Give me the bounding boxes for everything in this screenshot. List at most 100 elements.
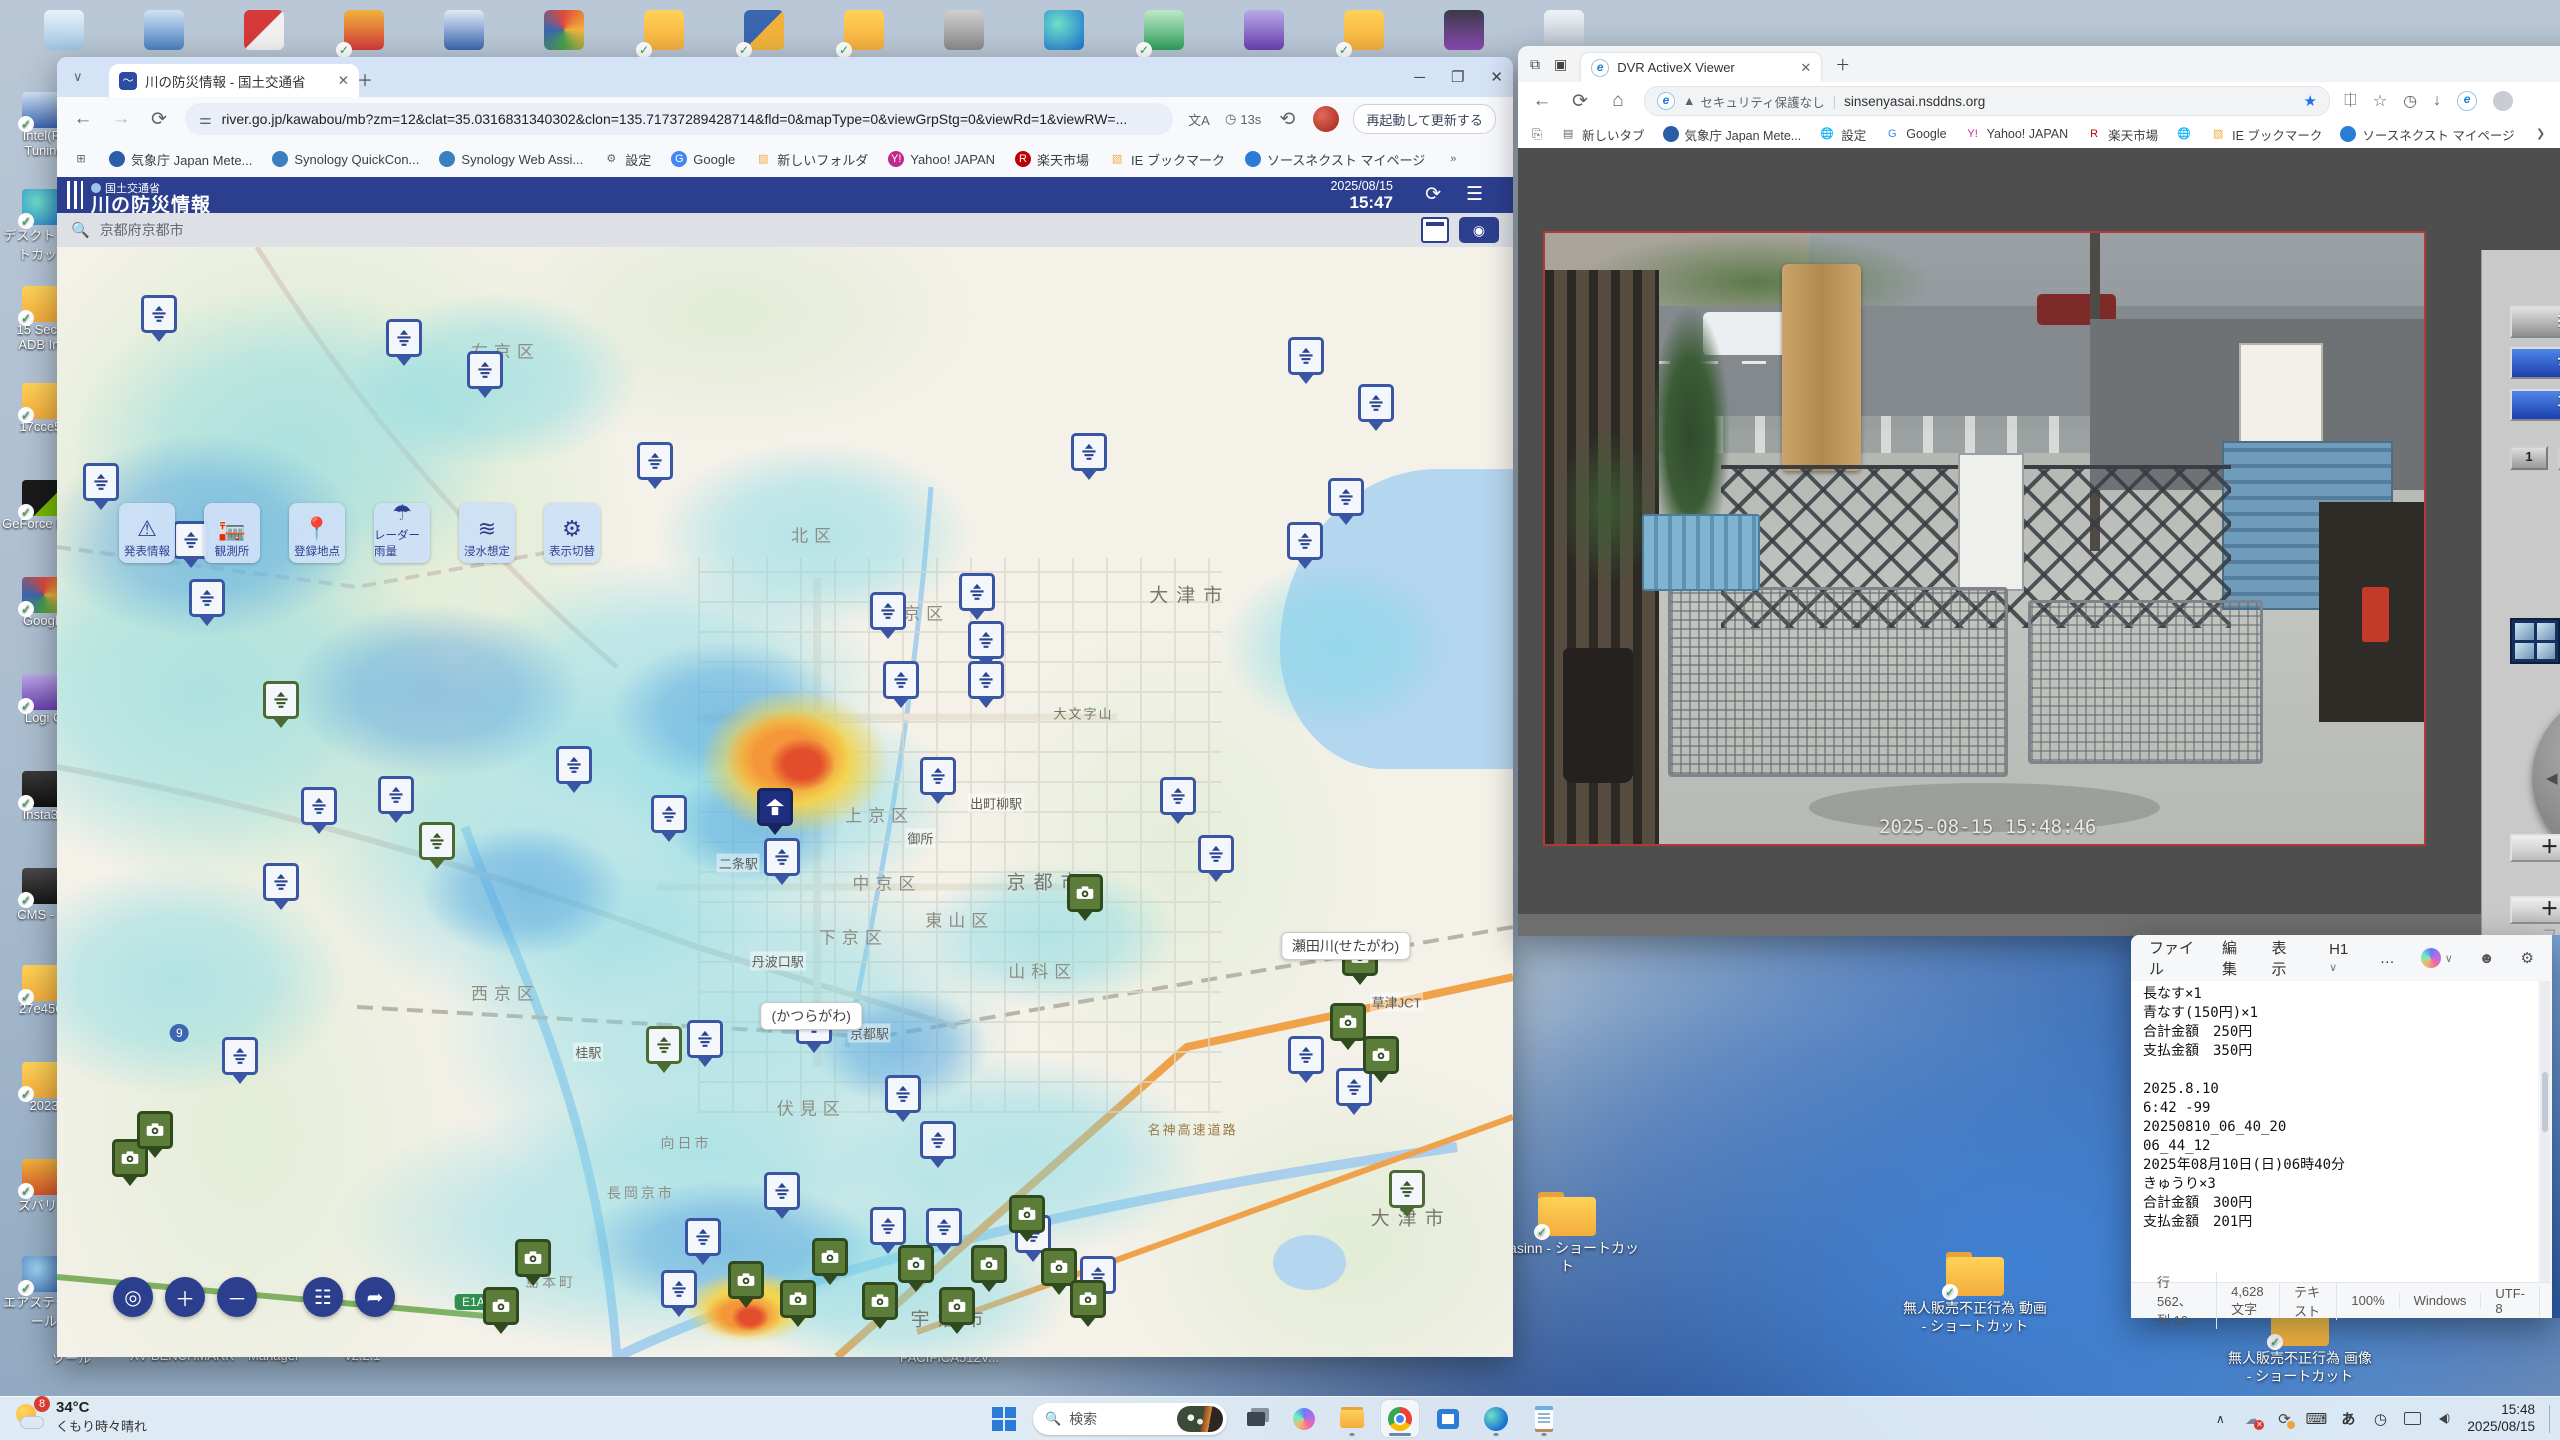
ptz-left-icon[interactable]: ◀ — [2546, 769, 2558, 787]
water-level-station-marker[interactable] — [1358, 384, 1395, 432]
dvr-zoom-rocker[interactable]: ＋ － — [2510, 834, 2560, 862]
copilot-button[interactable]: ∨ — [2420, 948, 2453, 968]
edge-profile-avatar[interactable] — [2493, 91, 2514, 111]
edge-taskbar-button[interactable] — [1477, 1400, 1515, 1437]
water-level-station-marker[interactable] — [378, 776, 415, 824]
desktop-icon-photo-gray[interactable] — [940, 6, 988, 54]
sidebar-toggle-icon[interactable]: ⎘ — [1532, 127, 1542, 142]
update-sync-icon[interactable]: ⟳ — [2275, 1410, 2296, 1429]
water-level-station-marker[interactable] — [1327, 477, 1364, 525]
camera-marker[interactable] — [1008, 1194, 1045, 1242]
reload-icon[interactable]: ⟳ — [147, 108, 171, 131]
legend-button[interactable]: ☷ — [303, 1277, 343, 1317]
desktop-icon-edge-blue[interactable] — [1040, 6, 1088, 54]
map-search-bar[interactable]: 🔍 京都府京都市 ◉ — [57, 213, 1513, 247]
water-level-station-marker[interactable] — [870, 591, 907, 639]
map-button-レーダー雨量[interactable]: ☂ レーダー雨量 — [374, 502, 430, 563]
edge-bookmark-item[interactable]: 🌐 — [2176, 126, 2192, 142]
tab-actions-icon[interactable]: ▣ — [1554, 56, 1567, 73]
water-level-station-marker[interactable] — [646, 1025, 683, 1073]
hamburger-menu-icon[interactable]: ☰ — [1466, 183, 1483, 206]
edge-bookmark-item[interactable]: ▤ 新しいタブ — [1560, 125, 1645, 144]
desktop-icon-pinwheel-red[interactable] — [240, 6, 288, 54]
edge-bookmark-item[interactable]: 気象庁 Japan Mete... — [1662, 125, 1801, 144]
water-level-station-marker[interactable] — [385, 318, 422, 366]
camera-marker[interactable] — [1362, 1035, 1399, 1083]
camera-marker[interactable] — [483, 1286, 520, 1334]
taskbar-weather-widget[interactable]: 8 34°C くもり時々晴れ — [14, 1396, 147, 1435]
history-sync-icon[interactable]: ⟲ — [1275, 108, 1299, 131]
map-button-観測所[interactable]: 🏣 観測所 — [204, 503, 260, 563]
water-level-station-marker[interactable] — [967, 660, 1004, 708]
zoom-out-button[interactable]: － — [217, 1277, 257, 1317]
minimize-icon[interactable]: ─ — [1414, 69, 1425, 86]
water-level-station-marker[interactable] — [82, 463, 119, 511]
map-refresh-icon[interactable]: ⟳ — [1425, 183, 1441, 206]
camera-marker[interactable] — [515, 1238, 552, 1286]
ime-mode[interactable]: あ — [2339, 1410, 2357, 1428]
menu-edit[interactable]: 編集 — [2222, 937, 2246, 979]
edge-address-bar[interactable]: e ▲ セキュリティ保護なし | sinsenyasai.nsddns.org … — [1644, 86, 2330, 116]
water-level-station-marker[interactable] — [685, 1217, 722, 1265]
close-icon[interactable]: ✕ — [1490, 68, 1503, 86]
camera-marker[interactable] — [1066, 873, 1103, 921]
water-level-station-marker[interactable] — [140, 295, 177, 343]
desktop-icon-media-green[interactable]: ✓ — [1136, 6, 1188, 58]
desktop-icon-folder-sync-3[interactable]: ✓ — [1336, 6, 1388, 58]
view-toggle-button[interactable]: ◉ — [1459, 217, 1499, 243]
split-screen-icon[interactable]: ⎅ — [2344, 92, 2357, 110]
bookmark-star-icon[interactable]: ★ — [2304, 92, 2317, 110]
copilot-taskbar-button[interactable] — [1285, 1400, 1323, 1437]
bookmark-item[interactable]: Y! Yahoo! JAPAN — [888, 151, 995, 167]
dvr-split-view-button[interactable] — [2510, 618, 2560, 664]
camera-marker[interactable] — [727, 1261, 764, 1309]
zoom-plus-button[interactable]: ＋ — [2512, 836, 2560, 860]
edge-active-tab[interactable]: e DVR ActiveX Viewer ✕ — [1581, 53, 1822, 82]
camera-marker[interactable] — [1069, 1280, 1106, 1328]
map-button-発表情報[interactable]: ⚠ 発表情報 — [119, 503, 175, 563]
focus-plus-button[interactable]: ＋ — [2512, 898, 2560, 922]
water-level-station-marker[interactable] — [919, 757, 956, 805]
water-level-station-marker[interactable] — [764, 838, 801, 886]
volume-icon[interactable]: ) — [2435, 1410, 2453, 1428]
relaunch-update-button[interactable]: 再起動して更新する — [1353, 104, 1496, 134]
water-level-station-marker[interactable] — [764, 1172, 801, 1220]
translate-icon[interactable]: 文A — [1187, 110, 1211, 129]
bookmark-item[interactable]: » — [1445, 151, 1461, 167]
edge-bookmark-item[interactable]: Y! Yahoo! JAPAN — [1965, 126, 2068, 142]
clock-app-icon[interactable]: ◷ — [2371, 1410, 2389, 1428]
camera-marker[interactable] — [780, 1280, 817, 1328]
forward-icon[interactable]: → — [109, 108, 133, 130]
workspaces-icon[interactable]: ⧉ — [1530, 56, 1540, 73]
water-level-station-marker[interactable] — [884, 1074, 921, 1122]
calendar-icon[interactable] — [1421, 217, 1449, 243]
water-level-station-marker[interactable] — [1288, 1035, 1325, 1083]
water-level-station-marker[interactable] — [555, 746, 592, 794]
water-level-station-marker[interactable] — [686, 1020, 723, 1068]
water-level-station-marker[interactable] — [650, 794, 687, 842]
history-icon[interactable]: ◷ — [2403, 91, 2417, 111]
store-taskbar-button[interactable] — [1429, 1400, 1467, 1437]
camera-marker[interactable] — [136, 1111, 173, 1159]
bookmark-item[interactable]: G Google — [671, 151, 735, 167]
edge-bookmark-item[interactable]: ▧ IE ブックマーク — [2210, 125, 2323, 144]
desktop-folder-shortcut[interactable]: ✓ 無人販売不正行為 動画 - ショートカット — [1900, 1252, 2050, 1335]
water-level-station-marker[interactable] — [263, 680, 300, 728]
ie-mode-reload-icon[interactable]: e — [2457, 91, 2478, 111]
map-button-浸水想定[interactable]: ≋ 浸水想定 — [459, 503, 515, 563]
edge-bookmark-item[interactable]: G Google — [1884, 126, 1947, 142]
map-button-登録地点[interactable]: 📍 登録地点 — [289, 503, 345, 563]
desktop-icon-folder-sync-1[interactable]: ✓ — [636, 6, 688, 58]
favorites-icon[interactable]: ☆ — [2373, 91, 2387, 111]
notepad-taskbar-button[interactable] — [1525, 1400, 1563, 1437]
desktop-icon-recycle-bin[interactable] — [40, 6, 88, 54]
edge-bookmark-item[interactable]: ❯ — [2533, 126, 2549, 142]
tray-chevron-icon[interactable]: ∧ — [2211, 1410, 2229, 1428]
selected-station-marker[interactable] — [756, 788, 793, 836]
desktop-icon-folder-red-app[interactable]: ✓ — [336, 6, 388, 58]
water-level-station-marker[interactable] — [637, 441, 674, 489]
dvr-focus-rocker[interactable]: ＋ － — [2510, 896, 2560, 924]
water-level-station-marker[interactable] — [1388, 1170, 1425, 1218]
show-desktop-button[interactable] — [2549, 1404, 2554, 1433]
dvr-channel-1-button[interactable]: 1 — [2510, 446, 2548, 470]
